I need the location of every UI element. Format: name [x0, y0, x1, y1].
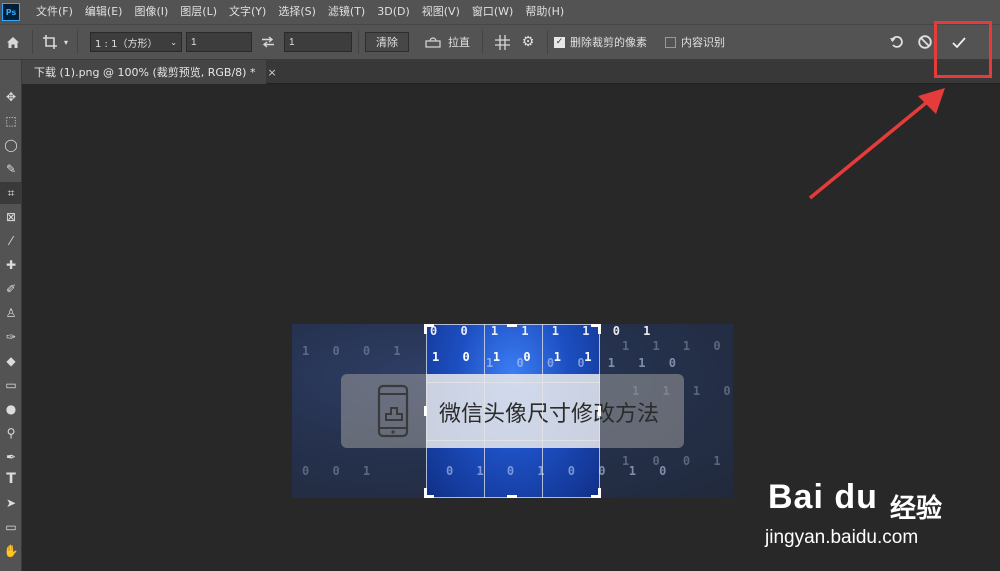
- menu-view[interactable]: 视图(V): [416, 0, 466, 24]
- menu-edit[interactable]: 编辑(E): [79, 0, 129, 24]
- menu-3d[interactable]: 3D(D): [371, 0, 416, 24]
- menu-layer[interactable]: 图层(L): [174, 0, 223, 24]
- chevron-down-icon[interactable]: ▾: [61, 30, 71, 54]
- separator: [77, 30, 78, 54]
- crop-handle-left[interactable]: [424, 406, 427, 416]
- menu-filter[interactable]: 滤镜(T): [322, 0, 371, 24]
- delete-cropped-pixels-option[interactable]: ✓ 删除裁剪的像素: [554, 34, 647, 50]
- crop-tool-icon[interactable]: ⌗: [0, 182, 22, 204]
- crop-grid-line: [484, 324, 485, 498]
- rectangle-tool-icon[interactable]: ▭: [0, 516, 22, 538]
- content-aware-checkbox[interactable]: [665, 36, 676, 48]
- crop-grid-line: [426, 382, 600, 383]
- document-tab-title: 下载 (1).png @ 100% (裁剪预览, RGB/8) *: [34, 66, 256, 79]
- binary-row: 0 0 1 1 1 1 0 1: [430, 324, 659, 338]
- gear-icon[interactable]: ⚙: [515, 30, 541, 54]
- straighten-icon[interactable]: [422, 30, 444, 54]
- delete-cropped-pixels-checkbox[interactable]: ✓: [554, 36, 565, 48]
- crop-width-input[interactable]: [186, 32, 252, 52]
- options-bar: ▾ 1 : 1（方形） ⌄ 清除 拉直 ⚙ ✓ 删除裁剪的像素 内容识别: [0, 24, 1000, 60]
- binary-row: 1 0 0 0 1 1 0: [486, 356, 684, 370]
- crop-handle-bottom-right[interactable]: [598, 488, 601, 498]
- ratio-select-value: 1 : 1（方形）: [95, 38, 158, 50]
- tools-panel: ✥ ⬚ ◯ ✎ ⌗ ⊠ ⁄ ✚ ✐ ♙ ✑ ◆ ▭ ● ⚲ ✒ T ➤ ▭ ✋: [0, 60, 22, 571]
- reset-icon[interactable]: [882, 30, 910, 54]
- baidu-jingyan-watermark: Bai du 经验 jingyan.baidu.com: [760, 460, 960, 560]
- menu-type[interactable]: 文字(Y): [223, 0, 272, 24]
- separator: [32, 30, 33, 54]
- lasso-tool-icon[interactable]: ◯: [0, 134, 22, 156]
- quick-select-tool-icon[interactable]: ✎: [0, 158, 22, 180]
- gradient-tool-icon[interactable]: ▭: [0, 374, 22, 396]
- path-select-tool-icon[interactable]: ➤: [0, 492, 22, 514]
- move-tool-icon[interactable]: ✥: [0, 86, 22, 108]
- watermark-cn-text: 经验: [890, 494, 943, 524]
- crop-grid-line: [542, 324, 543, 498]
- separator: [358, 30, 359, 54]
- clear-button[interactable]: 清除: [365, 32, 409, 52]
- watermark-url: jingyan.baidu.com: [765, 527, 919, 548]
- eyedropper-tool-icon[interactable]: ⁄: [0, 230, 22, 252]
- delete-cropped-pixels-label: 删除裁剪的像素: [570, 36, 647, 49]
- document-tab[interactable]: 下载 (1).png @ 100% (裁剪预览, RGB/8) * ×: [22, 60, 277, 84]
- banner-text: 微信头像尺寸修改方法: [439, 402, 660, 427]
- crop-handle-right[interactable]: [598, 406, 601, 416]
- phone-icon: [377, 384, 409, 438]
- blur-tool-icon[interactable]: ●: [0, 398, 22, 420]
- crop-handle-bottom-left[interactable]: [424, 488, 427, 498]
- straighten-label[interactable]: 拉直: [448, 34, 470, 50]
- watermark-logo: Bai du: [768, 478, 878, 516]
- frame-tool-icon[interactable]: ⊠: [0, 206, 22, 228]
- menu-window[interactable]: 窗口(W): [466, 0, 519, 24]
- photoshop-logo[interactable]: Ps: [2, 3, 20, 21]
- crop-height-input[interactable]: [284, 32, 352, 52]
- separator: [415, 30, 416, 54]
- menu-bar: Ps 文件(F) 编辑(E) 图像(I) 图层(L) 文字(Y) 选择(S) 滤…: [0, 0, 1000, 24]
- marquee-tool-icon[interactable]: ⬚: [0, 110, 22, 132]
- binary-row: 0 1 0 1 0 0 1 0: [446, 464, 675, 478]
- crop-icon[interactable]: [39, 30, 61, 54]
- commit-button-highlight: [934, 21, 992, 78]
- annotation-arrow: [808, 88, 945, 200]
- crop-grid-line: [426, 440, 600, 441]
- pen-tool-icon[interactable]: ✒: [0, 446, 22, 468]
- close-icon[interactable]: ×: [267, 66, 276, 79]
- chevron-down-icon: ⌄: [170, 37, 177, 47]
- menu-image[interactable]: 图像(I): [128, 0, 174, 24]
- separator: [547, 30, 548, 54]
- menu-file[interactable]: 文件(F): [30, 0, 79, 24]
- menu-items: 文件(F) 编辑(E) 图像(I) 图层(L) 文字(Y) 选择(S) 滤镜(T…: [30, 0, 570, 24]
- history-brush-tool-icon[interactable]: ✑: [0, 326, 22, 348]
- separator: [482, 30, 483, 54]
- eraser-tool-icon[interactable]: ◆: [0, 350, 22, 372]
- image-preview[interactable]: 1 0 0 1 1 1 1 0 0 1 1 1 1 0 0 0 1 1 0 0 …: [292, 324, 733, 498]
- crop-handle-bottom[interactable]: [507, 495, 517, 498]
- hand-tool-icon[interactable]: ✋: [0, 540, 22, 562]
- grid-overlay-icon[interactable]: [489, 30, 515, 54]
- menu-help[interactable]: 帮助(H): [519, 0, 570, 24]
- ratio-select[interactable]: 1 : 1（方形） ⌄: [90, 32, 182, 52]
- dodge-tool-icon[interactable]: ⚲: [0, 422, 22, 444]
- home-icon[interactable]: [0, 30, 26, 54]
- content-aware-label: 内容识别: [681, 36, 725, 49]
- menu-select[interactable]: 选择(S): [272, 0, 322, 24]
- crop-handle-top-left[interactable]: [424, 324, 427, 334]
- type-tool-icon[interactable]: T: [0, 468, 22, 490]
- content-aware-option[interactable]: 内容识别: [665, 34, 725, 50]
- stamp-tool-icon[interactable]: ♙: [0, 302, 22, 324]
- crop-handle-top[interactable]: [507, 324, 517, 327]
- healing-brush-tool-icon[interactable]: ✚: [0, 254, 22, 276]
- brush-tool-icon[interactable]: ✐: [0, 278, 22, 300]
- swap-icon[interactable]: [252, 30, 284, 54]
- crop-handle-top-right[interactable]: [598, 324, 601, 334]
